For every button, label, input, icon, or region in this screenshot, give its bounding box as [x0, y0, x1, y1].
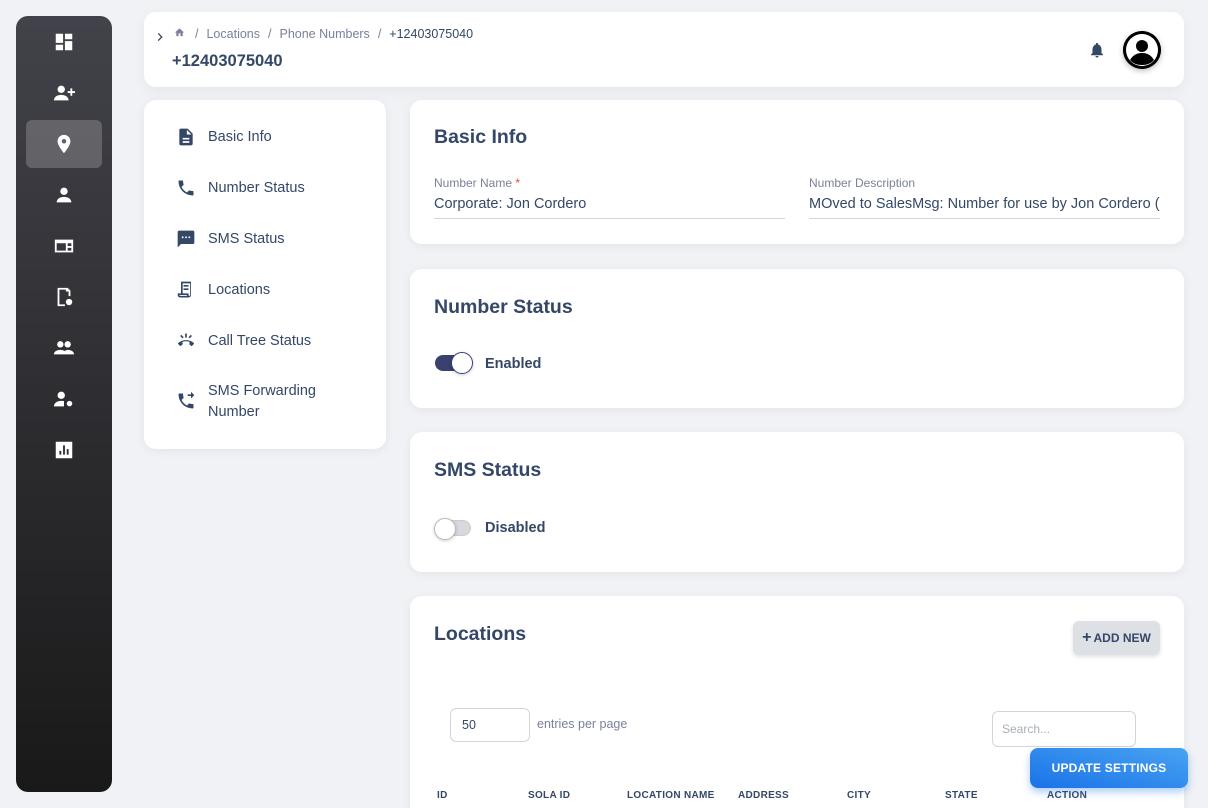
nav-locations[interactable]: Locations — [176, 280, 338, 301]
column-header-id[interactable]: ID — [437, 790, 448, 801]
locations-search-input[interactable] — [992, 711, 1136, 747]
nav-label: SMS Forwarding Number — [208, 383, 316, 420]
column-header-location-name[interactable]: LOCATION NAME — [627, 790, 715, 801]
required-marker: * — [515, 176, 521, 190]
column-header-state[interactable]: STATE — [945, 790, 978, 801]
update-settings-button[interactable]: UPDATE SETTINGS — [1030, 748, 1188, 788]
call-end-icon — [178, 333, 194, 346]
add-user-icon — [53, 85, 75, 101]
nav-label: Number Status — [208, 180, 305, 196]
number-status-toggle[interactable] — [435, 352, 473, 374]
dashboard-icon — [55, 33, 73, 51]
column-header-address[interactable]: ADDRESS — [738, 790, 789, 801]
number-name-label: Number Name — [434, 176, 513, 190]
basic-info-title: Basic Info — [434, 126, 528, 148]
breadcrumb-current: +12403075040 — [389, 27, 474, 41]
group-icon — [53, 341, 75, 355]
nav-sms-forwarding-number[interactable]: SMS Forwarding Number — [176, 381, 338, 423]
account-circle-icon — [1123, 31, 1161, 69]
number-description-input[interactable]: MOved to SalesMsg: Number for use by Jon… — [809, 196, 1160, 219]
sidebar-item-person[interactable] — [26, 171, 102, 219]
nav-call-tree-status[interactable]: Call Tree Status — [176, 331, 338, 352]
number-status-title: Number Status — [434, 296, 573, 318]
person-icon — [56, 187, 72, 203]
add-new-label: ADD NEW — [1093, 631, 1151, 645]
sidebar-item-card[interactable] — [26, 222, 102, 270]
sms-status-card: SMS Status Disabled — [410, 432, 1184, 572]
chevron-right-icon — [157, 33, 163, 41]
nav-label: Basic Info — [208, 129, 272, 145]
sidebar — [16, 16, 112, 792]
number-status-label: Enabled — [485, 356, 542, 372]
section-nav: Basic Info Number Status SMS Status Loca… — [144, 100, 386, 449]
nav-label: Locations — [208, 282, 271, 298]
nav-label: Call Tree Status — [208, 333, 312, 349]
number-status-card: Number Status Enabled — [410, 269, 1184, 408]
user-settings-icon — [53, 391, 73, 407]
phone-forward-icon — [178, 391, 195, 409]
nav-sms-status[interactable]: SMS Status — [176, 229, 338, 250]
sms-icon — [177, 230, 195, 248]
nav-basic-info[interactable]: Basic Info — [176, 127, 338, 148]
nav-number-status[interactable]: Number Status — [176, 178, 338, 199]
breadcrumb-locations[interactable]: Locations — [206, 27, 260, 41]
locations-title: Locations — [434, 623, 527, 645]
card-icon — [54, 239, 74, 253]
sidebar-item-user-settings[interactable] — [26, 375, 102, 423]
basic-info-card: Basic Info Number Name * Corporate: Jon … — [410, 100, 1184, 244]
breadcrumb: / Locations / Phone Numbers / +124030750… — [174, 27, 473, 41]
home-icon[interactable] — [174, 27, 187, 41]
entries-per-page-label: entries per page — [537, 717, 628, 731]
number-name-field[interactable]: Number Name * Corporate: Jon Cordero — [434, 176, 785, 219]
plus-icon: + — [1082, 629, 1092, 646]
number-name-input[interactable]: Corporate: Jon Cordero — [434, 196, 785, 219]
sms-status-label: Disabled — [485, 520, 546, 536]
sidebar-item-add-user[interactable] — [26, 69, 102, 117]
sidebar-item-locations[interactable] — [26, 120, 102, 168]
sidebar-item-dashboard[interactable] — [26, 18, 102, 66]
sidebar-item-analytics[interactable] — [26, 426, 102, 474]
column-header-action[interactable]: ACTION — [1047, 790, 1087, 801]
number-description-field[interactable]: Number Description MOved to SalesMsg: Nu… — [809, 176, 1160, 219]
sms-status-toggle[interactable] — [434, 518, 471, 540]
settings-document-icon — [57, 287, 73, 307]
entries-per-page-select[interactable]: 50 — [450, 708, 530, 742]
sms-status-title: SMS Status — [434, 459, 542, 481]
bell-icon — [1091, 42, 1103, 58]
phone-icon — [178, 180, 194, 196]
sidebar-item-group[interactable] — [26, 324, 102, 372]
top-header: / Locations / Phone Numbers / +124030750… — [144, 12, 1184, 87]
column-header-city[interactable]: CITY — [847, 790, 871, 801]
avatar[interactable] — [1123, 31, 1161, 69]
breadcrumb-phone-numbers[interactable]: Phone Numbers — [279, 27, 369, 41]
analytics-icon — [55, 441, 73, 459]
nav-label: SMS Status — [208, 231, 285, 247]
add-new-button[interactable]: + ADD NEW — [1073, 621, 1160, 655]
page-title: +12403075040 — [172, 52, 283, 70]
receipt-icon — [177, 281, 191, 298]
notifications-button[interactable] — [1088, 41, 1106, 59]
column-header-sola-id[interactable]: SOLA ID — [528, 790, 570, 801]
document-icon — [179, 128, 193, 146]
sidebar-item-settings-document[interactable] — [26, 273, 102, 321]
number-description-label: Number Description — [809, 176, 916, 190]
location-pin-icon — [57, 134, 71, 154]
sidebar-toggle-button[interactable] — [152, 29, 168, 45]
